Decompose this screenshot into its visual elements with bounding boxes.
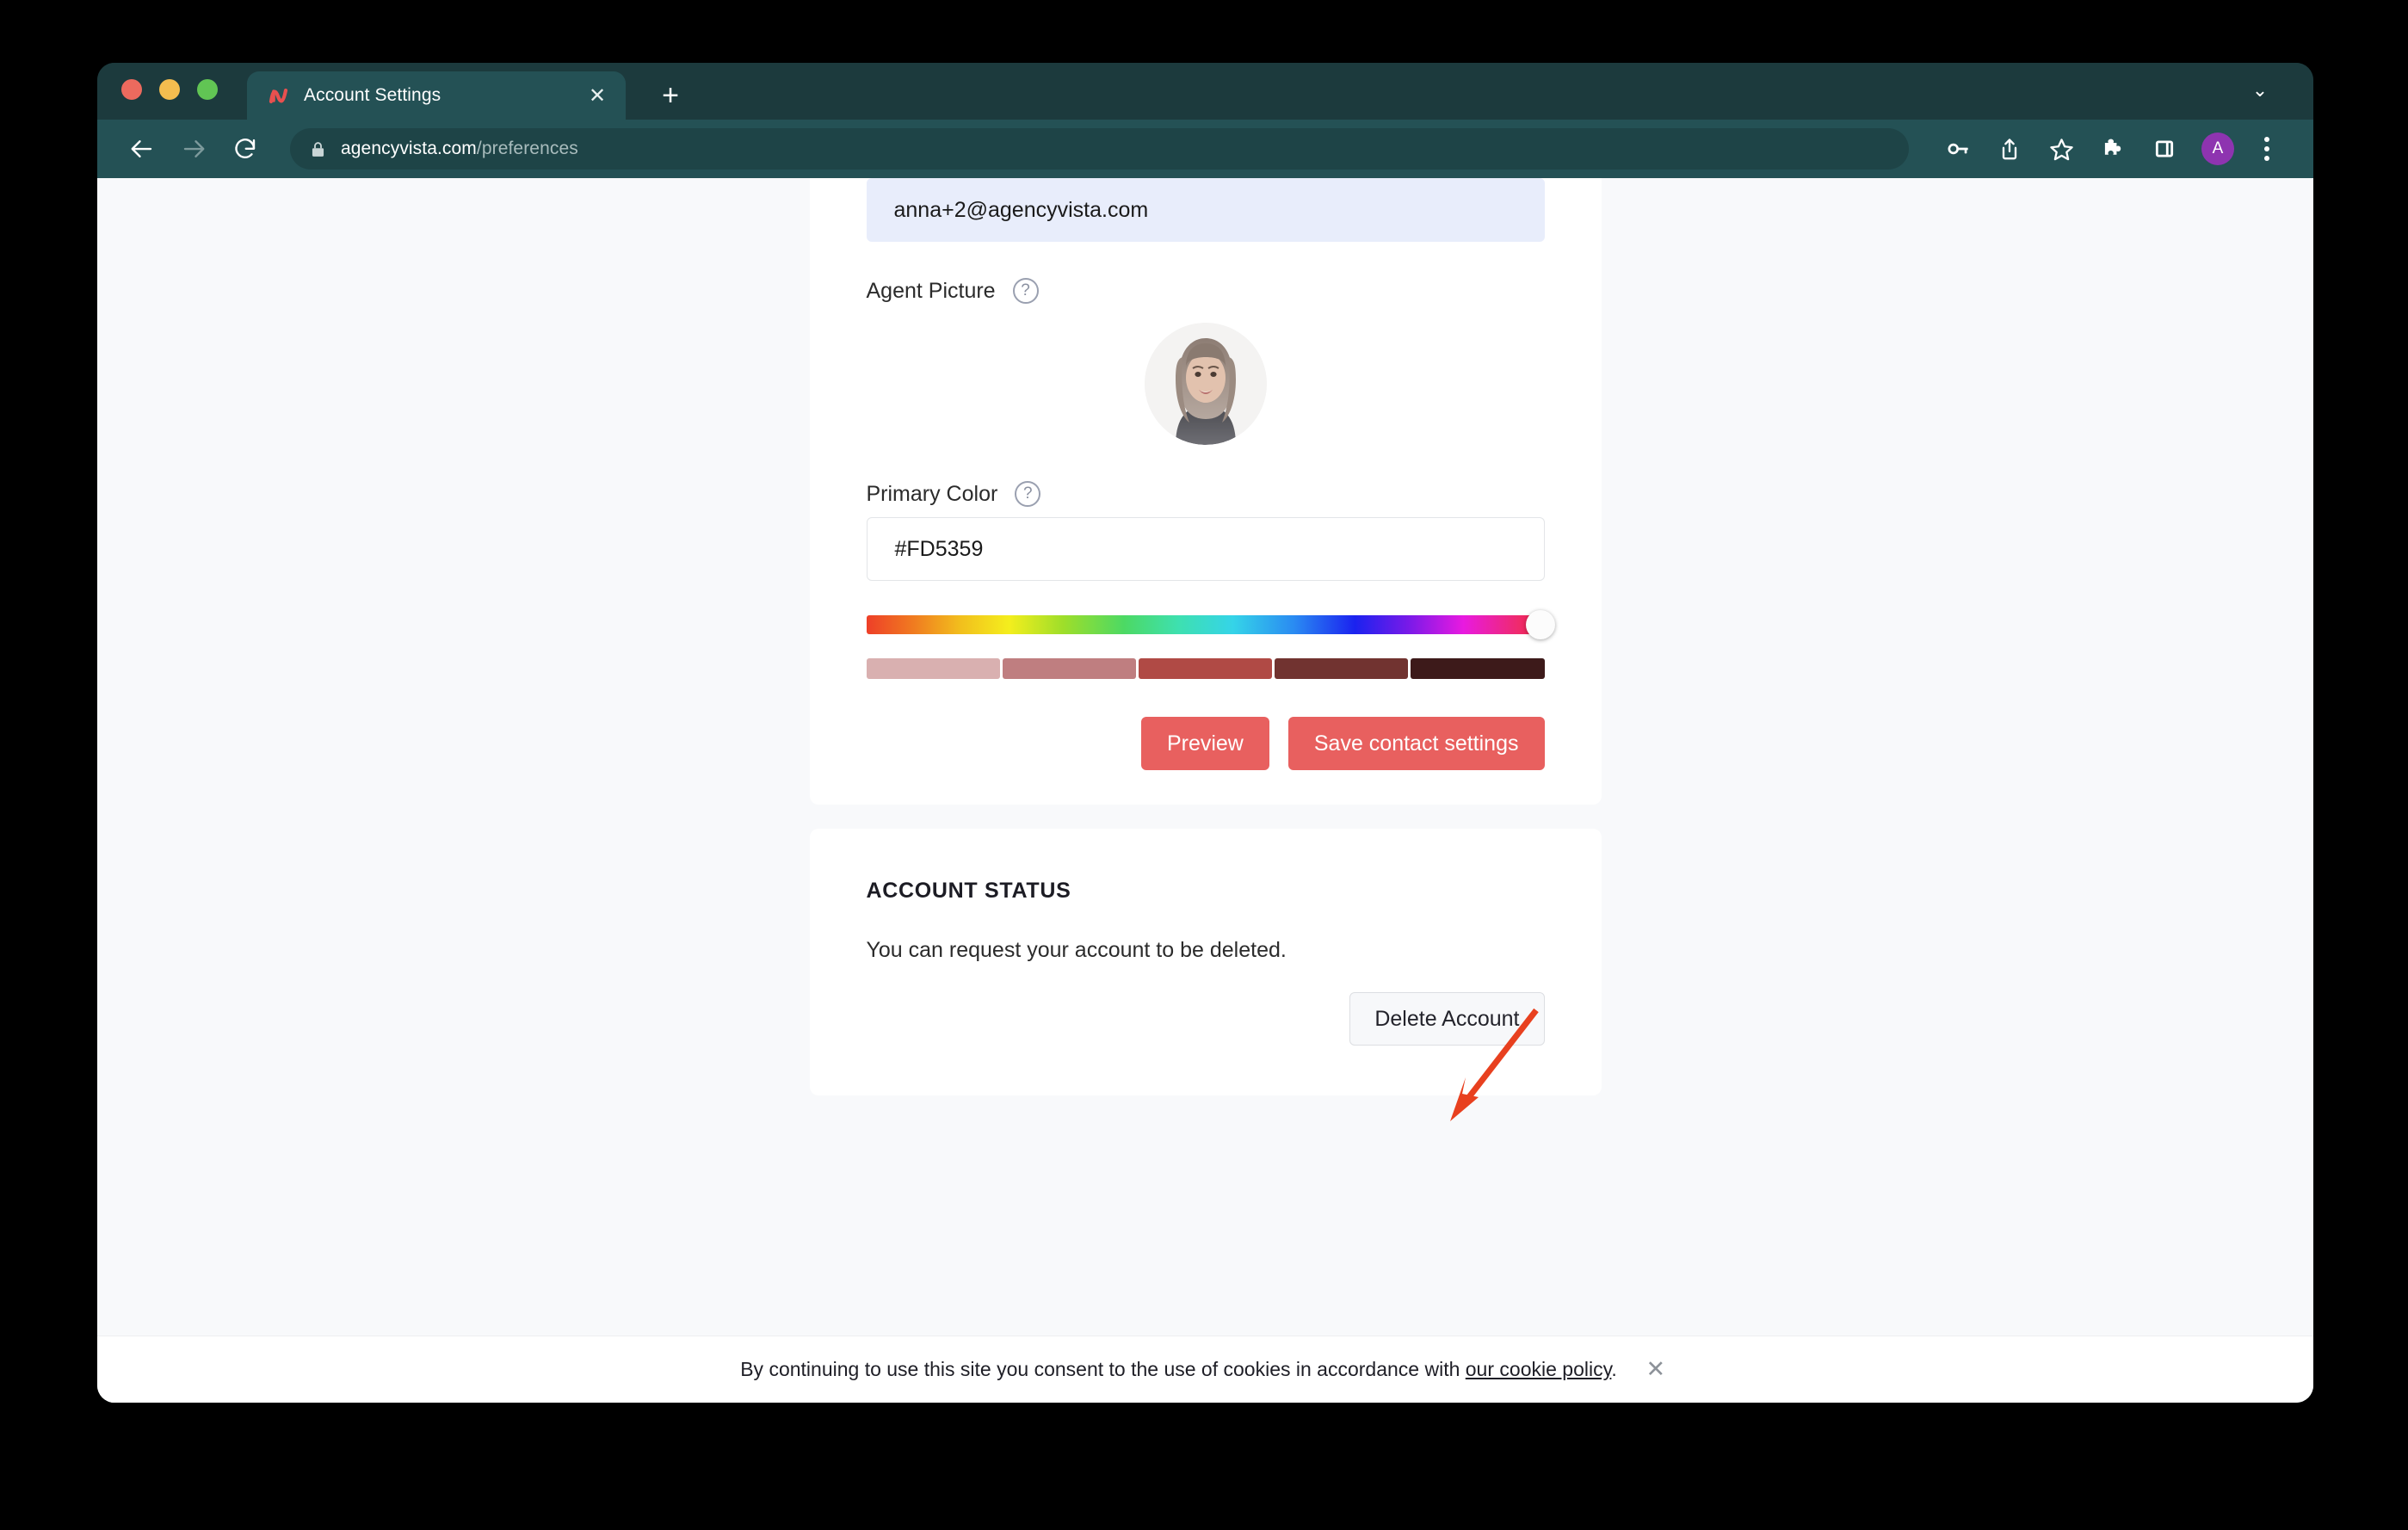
traffic-lights — [121, 63, 218, 120]
toolbar-icon-group: A — [1936, 127, 2284, 170]
cookie-text-after: . — [1611, 1358, 1617, 1380]
lock-icon — [309, 140, 327, 158]
agent-picture-label-row: Agent Picture ? — [867, 278, 1545, 304]
hue-slider-thumb[interactable] — [1525, 610, 1555, 639]
puzzle-icon[interactable] — [2091, 127, 2134, 170]
minimize-window-button[interactable] — [159, 79, 180, 100]
account-status-card: ACCOUNT STATUS You can request your acco… — [809, 829, 1602, 1095]
hue-gradient-track — [866, 615, 1545, 634]
url-text: agencyvista.com/preferences — [341, 139, 578, 159]
account-status-title: ACCOUNT STATUS — [866, 879, 1071, 903]
maximize-window-button[interactable] — [197, 79, 218, 100]
contact-settings-card: anna+2@agencyvista.com Agent Picture ? P… — [809, 178, 1602, 805]
browser-toolbar: agencyvista.com/preferences A — [97, 120, 2313, 178]
cookie-banner-text: By continuing to use this site you conse… — [740, 1358, 1617, 1381]
color-swatch[interactable] — [1411, 658, 1545, 679]
kebab-menu-icon[interactable] — [2250, 127, 2284, 170]
close-tab-icon[interactable]: ✕ — [584, 83, 610, 108]
primary-color-label: Primary Color — [866, 481, 998, 506]
url-domain: agencyvista.com — [341, 139, 477, 158]
color-swatch[interactable] — [1002, 658, 1136, 679]
close-icon[interactable]: ✕ — [1641, 1355, 1670, 1385]
agent-picture-wrap — [867, 323, 1545, 445]
reload-icon[interactable] — [223, 126, 268, 171]
contact-card-buttons: Preview Save contact settings — [867, 717, 1545, 770]
tab-title: Account Settings — [304, 85, 441, 105]
forward-arrow-icon[interactable] — [171, 126, 216, 171]
cookie-consent-banner: By continuing to use this site you conse… — [97, 1336, 2313, 1403]
new-tab-button[interactable]: + — [651, 77, 689, 114]
account-status-description: You can request your account to be delet… — [866, 938, 1287, 962]
share-icon[interactable] — [1988, 127, 2031, 170]
back-arrow-icon[interactable] — [120, 126, 164, 171]
save-contact-settings-button[interactable]: Save contact settings — [1287, 717, 1545, 770]
agent-picture-photo[interactable] — [1144, 323, 1267, 445]
profile-avatar[interactable]: A — [2201, 133, 2234, 165]
color-swatch[interactable] — [866, 658, 1000, 679]
hue-slider[interactable] — [866, 610, 1555, 639]
email-field[interactable]: anna+2@agencyvista.com — [866, 178, 1545, 242]
delete-account-button[interactable]: Delete Account — [1349, 992, 1545, 1046]
color-swatch[interactable] — [1275, 658, 1409, 679]
agencyvista-logo-icon — [268, 84, 290, 107]
color-swatch[interactable] — [1138, 658, 1273, 679]
page-content: anna+2@agencyvista.com Agent Picture ? P… — [97, 178, 2313, 1403]
chevron-down-icon[interactable]: ⌄ — [2244, 75, 2275, 106]
color-swatch-row — [866, 658, 1545, 679]
side-panel-icon[interactable] — [2143, 127, 2186, 170]
delete-account-row: Delete Account — [867, 992, 1545, 1046]
tab-strip: Account Settings ✕ + ⌄ — [97, 63, 2313, 120]
close-window-button[interactable] — [121, 79, 142, 100]
browser-tab-account-settings[interactable]: Account Settings ✕ — [247, 71, 626, 120]
help-icon[interactable]: ? — [1015, 481, 1041, 507]
star-icon[interactable] — [2040, 127, 2083, 170]
cookie-policy-link[interactable]: our cookie policy — [1466, 1358, 1612, 1380]
primary-color-label-row: Primary Color ? — [867, 481, 1545, 507]
address-bar[interactable]: agencyvista.com/preferences — [290, 128, 1909, 170]
browser-window: Account Settings ✕ + ⌄ agencyvista.com/p… — [97, 63, 2313, 1403]
primary-color-input[interactable]: #FD5359 — [866, 517, 1545, 581]
key-icon[interactable] — [1936, 127, 1979, 170]
agent-picture-label: Agent Picture — [866, 278, 996, 303]
preview-button[interactable]: Preview — [1140, 717, 1269, 770]
page-viewport: anna+2@agencyvista.com Agent Picture ? P… — [97, 178, 2313, 1403]
cookie-text-before: By continuing to use this site you conse… — [740, 1358, 1460, 1380]
help-icon[interactable]: ? — [1012, 278, 1039, 304]
url-path: /preferences — [476, 139, 578, 158]
